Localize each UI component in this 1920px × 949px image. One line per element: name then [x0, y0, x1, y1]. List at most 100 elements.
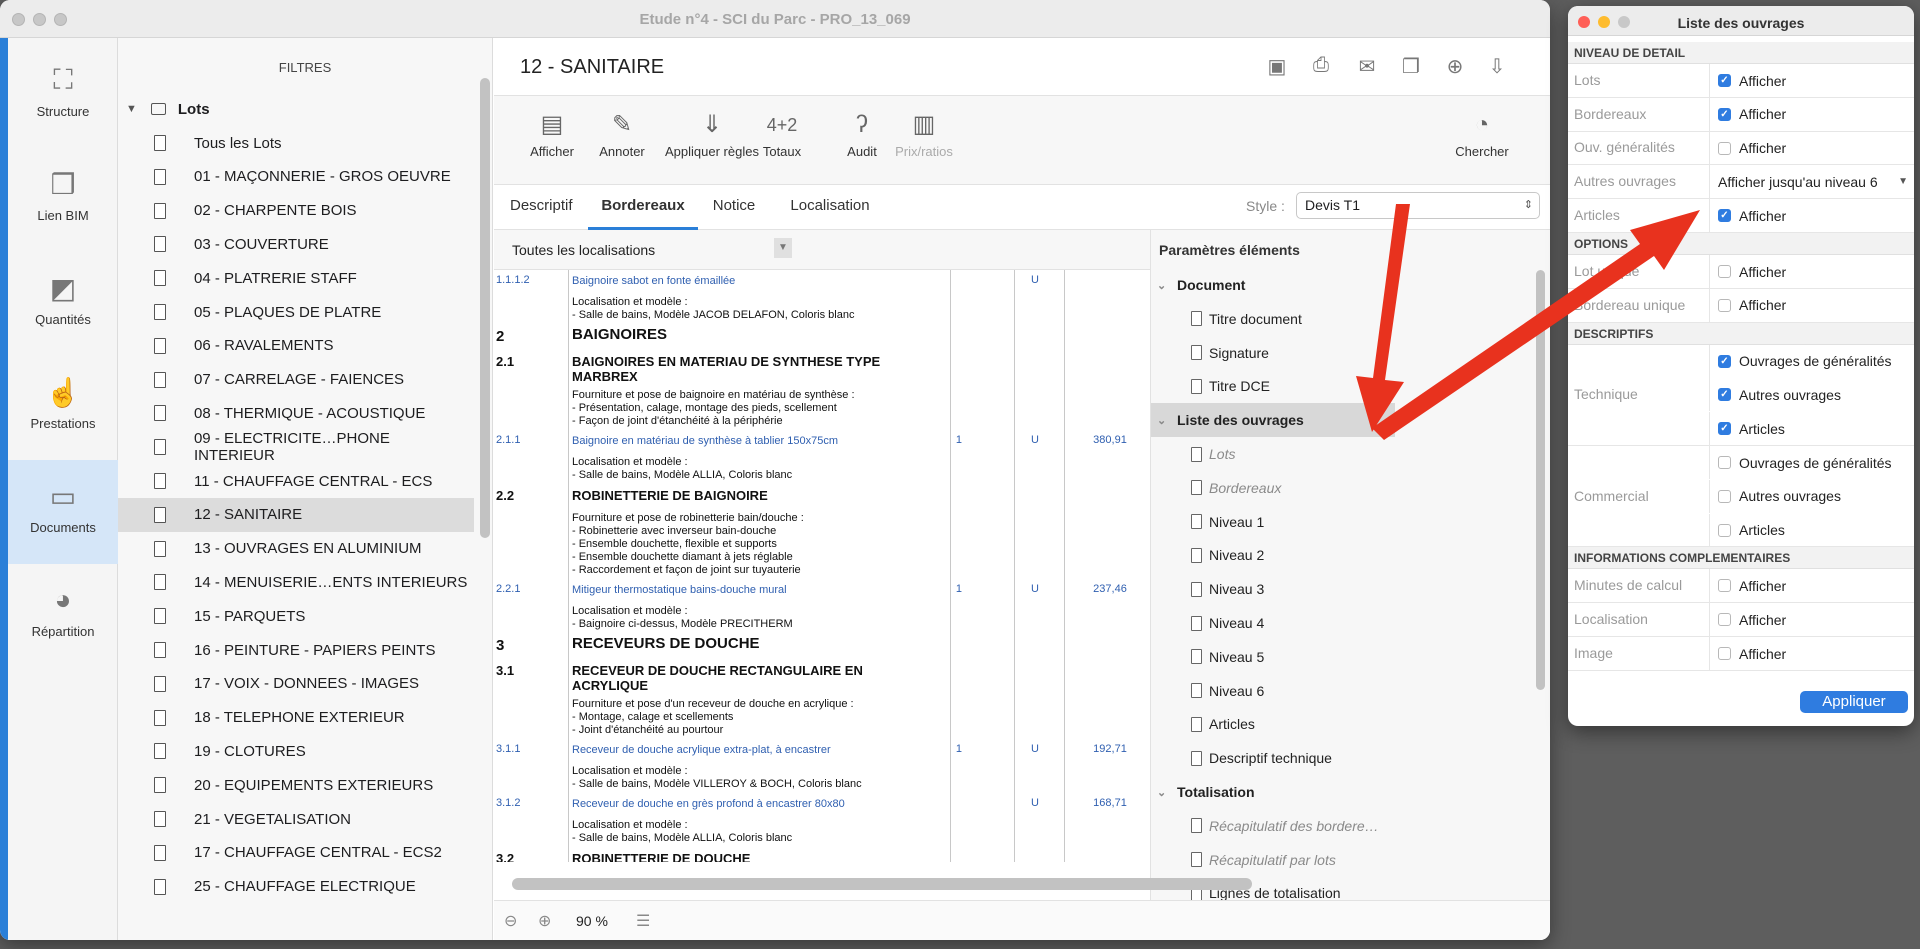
filter-item[interactable]: 13 - OUVRAGES EN ALUMINIUM	[118, 532, 474, 566]
ia-icon[interactable]: ▣	[1262, 54, 1292, 84]
print-icon[interactable]: ⎙	[1306, 54, 1336, 84]
param-articles[interactable]: Articles	[1151, 707, 1395, 741]
checkbox-unchecked[interactable]	[1718, 141, 1731, 155]
param-niveau-3[interactable]: Niveau 3	[1151, 572, 1395, 606]
filter-item[interactable]: 21 - VEGETALISATION	[118, 802, 474, 836]
checkbox-option[interactable]: ✓ Afficher	[1709, 64, 1914, 97]
checkbox-option[interactable]: Afficher	[1709, 288, 1914, 322]
checkbox-checked[interactable]: ✓	[1718, 354, 1731, 368]
filter-item[interactable]: 03 - COUVERTURE	[118, 227, 474, 261]
filter-item[interactable]: 07 - CARRELAGE - FAIENCES	[118, 363, 474, 397]
param-niveau-6[interactable]: Niveau 6	[1151, 674, 1395, 708]
filter-item[interactable]: 04 - PLATRERIE STAFF	[118, 261, 474, 295]
checkbox-checked[interactable]: ✓	[1718, 107, 1731, 121]
new-document-icon[interactable]: ⊕	[1440, 54, 1470, 84]
document-preview[interactable]: 1.1.1.2 Baignoire sabot en fonte émaillée…	[494, 270, 1130, 862]
filter-item[interactable]: 12 - SANITAIRE	[118, 497, 474, 532]
params-scrollbar[interactable]	[1536, 270, 1545, 690]
param-titre-document[interactable]: Titre document	[1151, 302, 1395, 336]
filter-item[interactable]: Tous les Lots	[118, 126, 474, 160]
param-titre-dce[interactable]: Titre DCE	[1151, 369, 1395, 403]
filter-item[interactable]: 05 - PLAQUES DE PLATRE	[118, 295, 474, 329]
zoom-in-icon[interactable]: ⊕	[538, 911, 551, 931]
tab-descriptif[interactable]: Descriptif	[510, 186, 573, 230]
filter-item[interactable]: 19 - CLOTURES	[118, 734, 474, 768]
checkbox-option[interactable]: Autres ouvrages	[1709, 479, 1914, 513]
param-bordereaux[interactable]: Bordereaux	[1151, 471, 1395, 505]
checkbox-unchecked[interactable]	[1718, 647, 1731, 660]
checkbox-option[interactable]: Afficher	[1709, 569, 1914, 603]
checkbox-unchecked[interactable]	[1718, 265, 1731, 278]
filter-item[interactable]: 14 - MENUISERIE…ENTS INTERIEURS	[118, 565, 474, 599]
chevron-down-icon[interactable]: ⌄	[1157, 414, 1167, 427]
checkbox-option[interactable]: Afficher	[1709, 603, 1914, 637]
toolbar-audit-button[interactable]: ʔ Audit	[830, 106, 894, 178]
checkbox-option[interactable]: ✓ Ouvrages de généralités	[1709, 344, 1914, 378]
checkbox-option[interactable]: ✓ Articles	[1709, 412, 1914, 446]
checkbox-option[interactable]: Afficher	[1709, 637, 1914, 670]
dropdown-arrow-icon[interactable]: ▼	[1898, 176, 1908, 187]
apply-button[interactable]: Appliquer	[1800, 691, 1908, 713]
filter-item[interactable]: 06 - RAVALEMENTS	[118, 329, 474, 363]
checkbox-option[interactable]: Afficher	[1709, 131, 1914, 165]
filter-item[interactable]: 15 - PARQUETS	[118, 599, 474, 633]
checkbox-checked[interactable]: ✓	[1718, 209, 1731, 223]
email-icon[interactable]: ✉	[1352, 54, 1382, 84]
tab-bordereaux[interactable]: Bordereaux	[588, 186, 698, 230]
style-select[interactable]: Devis T1 ⇕	[1296, 192, 1540, 219]
sidebar-item-r-partition[interactable]: ◕ Répartition	[8, 564, 118, 668]
checkbox-option[interactable]: ✓ Autres ouvrages	[1709, 378, 1914, 412]
checkbox-unchecked[interactable]	[1718, 456, 1731, 469]
checkbox-unchecked[interactable]	[1718, 298, 1731, 312]
checkbox-option[interactable]: Afficher	[1709, 255, 1914, 288]
sidebar-item-lien-bim[interactable]: ❒ Lien BIM	[8, 148, 118, 252]
checkbox-unchecked[interactable]	[1718, 523, 1731, 537]
toolbar-chercher-button[interactable]: ◔ Chercher	[1450, 106, 1514, 178]
param-totalisation[interactable]: ⌄ Totalisation	[1151, 775, 1395, 809]
checkbox-checked[interactable]: ✓	[1718, 74, 1731, 87]
dropdown-icon[interactable]: ▼	[774, 238, 792, 258]
checkbox-option[interactable]: ✓ Afficher	[1709, 97, 1914, 131]
filter-item[interactable]: 16 - PEINTURE - PAPIERS PEINTS	[118, 633, 474, 667]
zoom-level[interactable]: 90 %	[576, 913, 608, 929]
param-r-capitulatif-des-bordere-[interactable]: Récapitulatif des bordere…	[1151, 809, 1395, 843]
filter-item[interactable]: 17 - VOIX - DONNEES - IMAGES	[118, 667, 474, 701]
filter-item[interactable]: 17 - CHAUFFAGE CENTRAL - ECS2	[118, 836, 474, 870]
chevron-down-icon[interactable]: ⌄	[1157, 786, 1167, 799]
checkbox-option[interactable]: ✓ Afficher	[1709, 199, 1914, 233]
param-signature[interactable]: Signature	[1151, 336, 1395, 370]
param-liste-des-ouvrages[interactable]: ⌄ Liste des ouvrages	[1151, 403, 1395, 438]
export-icon[interactable]: ⇩	[1482, 54, 1512, 84]
checkbox-checked[interactable]: ✓	[1718, 388, 1731, 402]
param-niveau-4[interactable]: Niveau 4	[1151, 606, 1395, 640]
checkbox-checked[interactable]: ✓	[1718, 422, 1731, 436]
param-niveau-5[interactable]: Niveau 5	[1151, 640, 1395, 674]
checkbox-option[interactable]: Ouvrages de généralités	[1709, 446, 1914, 479]
sidebar-item-documents[interactable]: ▭ Documents	[8, 460, 118, 564]
tab-localisation[interactable]: Localisation	[774, 186, 886, 230]
page-layout-icon[interactable]: ☰	[636, 911, 650, 931]
sidebar-item-quantit-s[interactable]: ◩ Quantités	[8, 252, 118, 356]
checkbox-option[interactable]: Articles	[1709, 513, 1914, 547]
filter-item[interactable]: 02 - CHARPENTE BOIS	[118, 194, 474, 228]
filter-item[interactable]: 25 - CHAUFFAGE ELECTRIQUE	[118, 870, 474, 904]
horizontal-scrollbar[interactable]	[512, 878, 1252, 890]
checkbox-unchecked[interactable]	[1718, 489, 1731, 503]
level-select[interactable]: Afficher jusqu'au niveau 6 ▼	[1709, 165, 1914, 199]
zoom-out-icon[interactable]: ⊖	[504, 911, 517, 931]
filter-item[interactable]: 09 - ELECTRICITE…PHONE INTERIEUR	[118, 430, 474, 464]
filter-item[interactable]: 01 - MAÇONNERIE - GROS OEUVRE	[118, 160, 474, 194]
tab-notice[interactable]: Notice	[704, 186, 764, 230]
filter-root-lots[interactable]: ▼ Lots	[118, 92, 474, 126]
param-r-capitulatif-par-lots[interactable]: Récapitulatif par lots	[1151, 843, 1395, 877]
sidebar-item-structure[interactable]: ⛶ Structure	[8, 44, 118, 148]
sidebar-item-prestations[interactable]: ☝ Prestations	[8, 356, 118, 460]
checkbox-unchecked[interactable]	[1718, 579, 1731, 593]
filter-item[interactable]: 18 - TELEPHONE EXTERIEUR	[118, 701, 474, 735]
filter-item[interactable]: 20 - EQUIPEMENTS EXTERIEURS	[118, 768, 474, 802]
chevron-down-icon[interactable]: ⌄	[1157, 279, 1167, 292]
param-lots[interactable]: Lots	[1151, 437, 1395, 471]
param-descriptif-technique[interactable]: Descriptif technique	[1151, 741, 1395, 775]
toolbar-prix-ratios-button[interactable]: ▥ Prix/ratios	[892, 106, 956, 178]
param-niveau-2[interactable]: Niveau 2	[1151, 538, 1395, 572]
